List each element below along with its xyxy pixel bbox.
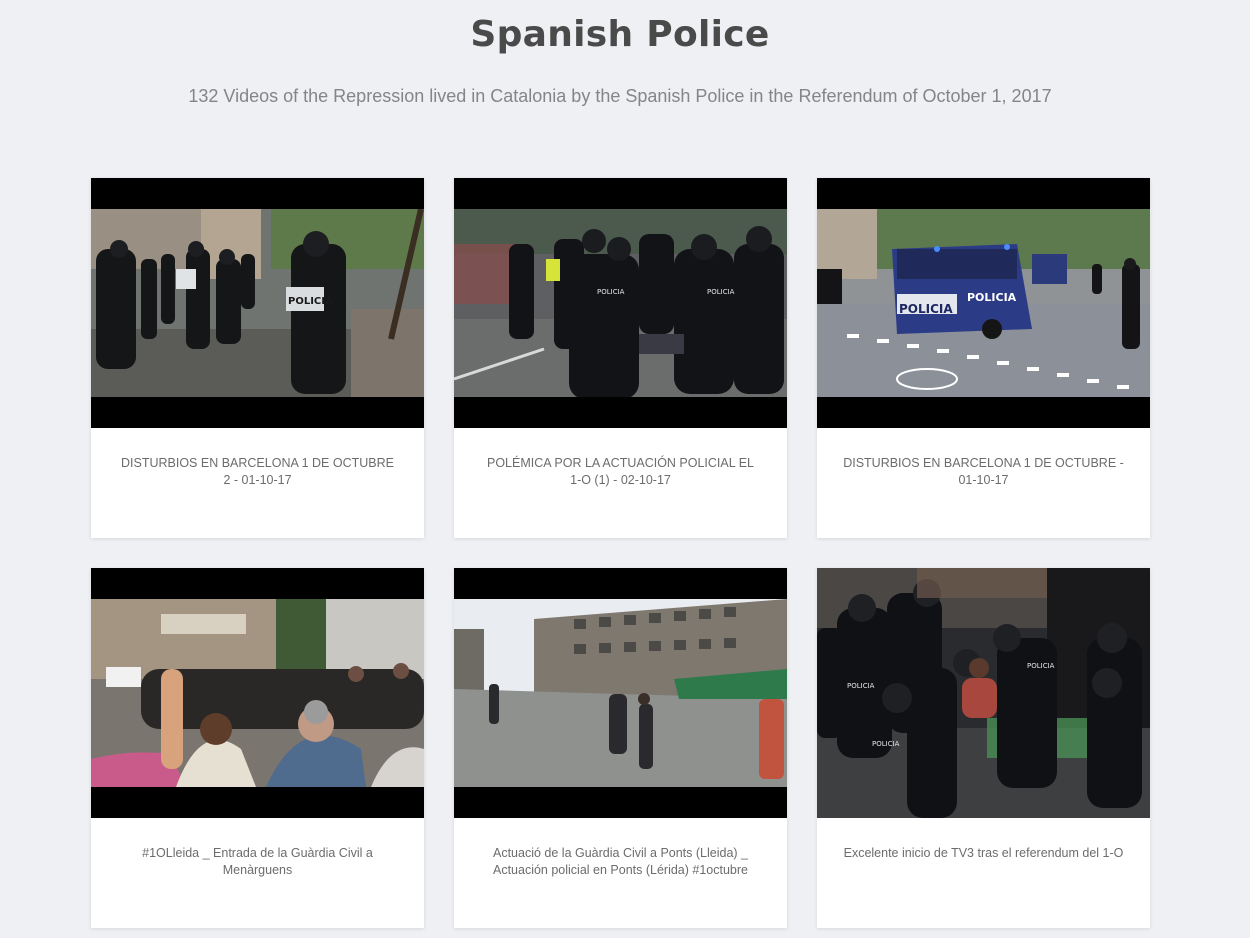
svg-text:POLICIA: POLICIA [872,740,900,748]
video-title[interactable]: DISTURBIOS EN BARCELONA 1 DE OCTUBRE 2 -… [91,428,424,489]
video-card[interactable]: #1OLleida _ Entrada de la Guàrdia Civil … [91,568,424,928]
video-thumbnail[interactable] [454,568,787,818]
video-thumbnail[interactable]: POLICIA POLICIA [454,178,787,428]
page-subtitle: 132 Videos of the Repression lived in Ca… [188,86,1052,106]
video-title[interactable]: DISTURBIOS EN BARCELONA 1 DE OCTUBRE - 0… [817,428,1150,489]
video-card[interactable]: POLICIA POLICIA POLICIA Excelente inicio… [817,568,1150,928]
video-card[interactable]: Actuació de la Guàrdia Civil a Ponts (Ll… [454,568,787,928]
video-thumbnail[interactable]: POLICIA [91,178,424,428]
svg-text:POLICIA: POLICIA [597,288,625,296]
video-title[interactable]: Actuació de la Guàrdia Civil a Ponts (Ll… [454,818,787,879]
video-title[interactable]: POLÉMICA POR LA ACTUACIÓN POLICIAL EL 1-… [454,428,787,489]
video-card[interactable]: POLICIA POLICIA POLÉMICA POR LA ACTUACIÓ… [454,178,787,538]
svg-text:POLICIA: POLICIA [1027,662,1055,670]
svg-text:POLICIA: POLICIA [899,302,953,316]
video-card[interactable]: POLICIA POLICIA DISTURBIOS EN BARCELONA … [817,178,1150,538]
svg-text:POLICIA: POLICIA [967,291,1017,304]
svg-text:POLICIA: POLICIA [707,288,735,296]
video-thumbnail[interactable] [91,568,424,818]
video-grid: POLICIA DISTURBIOS EN BARCELONA 1 DE OCT… [91,178,1151,928]
video-thumbnail[interactable]: POLICIA POLICIA POLICIA [817,568,1150,818]
svg-text:POLICIA: POLICIA [847,682,875,690]
video-title[interactable]: Excelente inicio de TV3 tras el referend… [817,818,1150,862]
video-thumbnail[interactable]: POLICIA POLICIA [817,178,1150,428]
page-title: Spanish Police [470,14,770,55]
video-title[interactable]: #1OLleida _ Entrada de la Guàrdia Civil … [91,818,424,879]
svg-text:POLICIA: POLICIA [288,296,333,307]
video-card[interactable]: POLICIA DISTURBIOS EN BARCELONA 1 DE OCT… [91,178,424,538]
